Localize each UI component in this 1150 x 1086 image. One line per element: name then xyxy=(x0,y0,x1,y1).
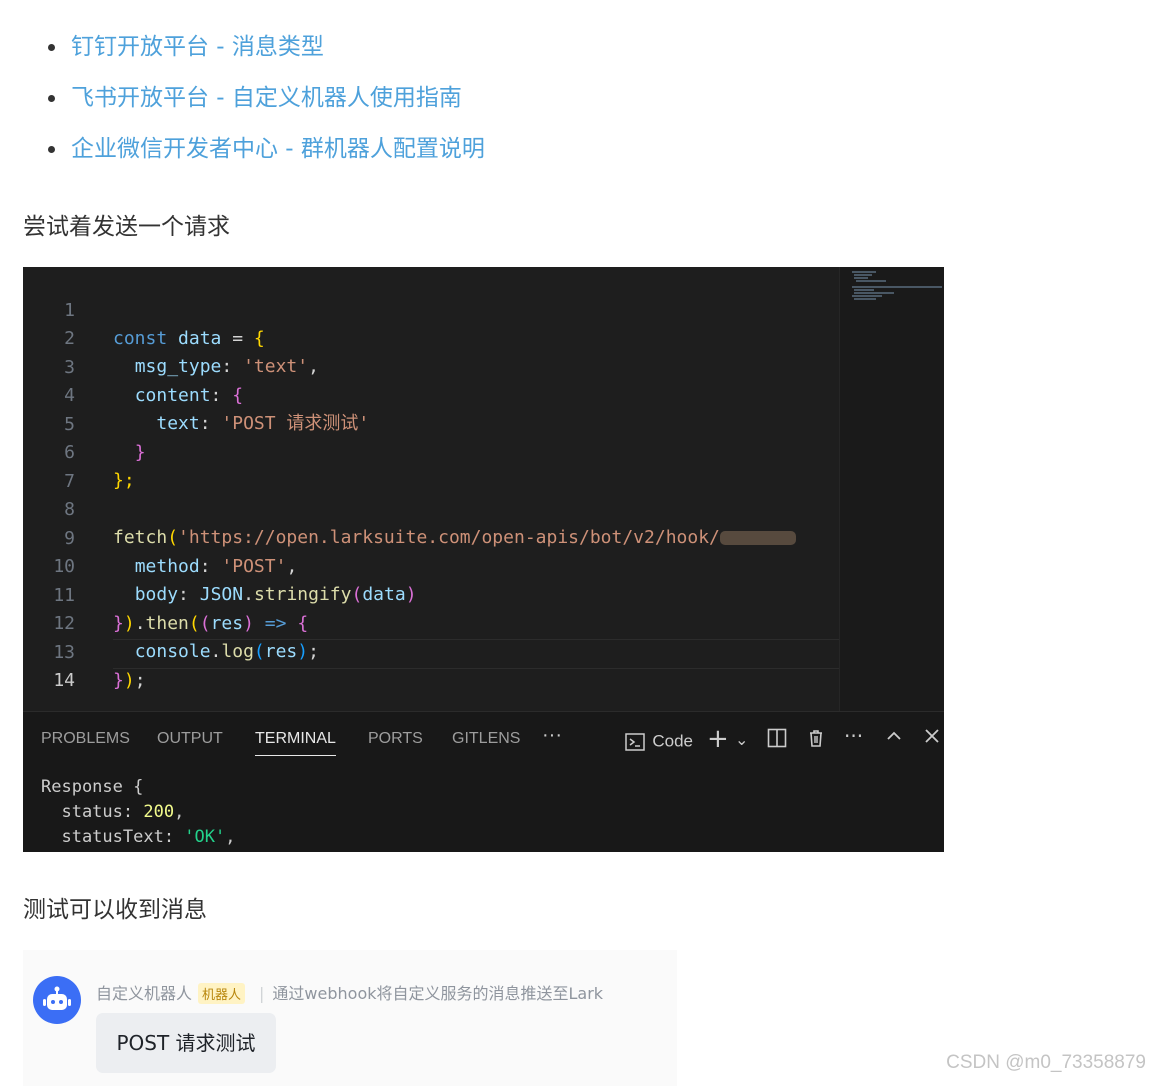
robot-icon xyxy=(43,986,71,1010)
code-line-current[interactable]: 14 xyxy=(23,639,839,691)
code-line: 6 }; xyxy=(64,442,135,491)
bullet-icon xyxy=(48,146,55,153)
bot-avatar xyxy=(33,976,81,1024)
more-tabs-button[interactable]: ··· xyxy=(542,724,562,747)
code-area: 1 const data = { 2 msg_type: 'text', 3 c… xyxy=(23,267,839,711)
code-line: 11 }).then((res) => { xyxy=(53,585,309,634)
tab-terminal[interactable]: TERMINAL xyxy=(255,730,336,756)
code-line: 2 msg_type: 'text', xyxy=(64,328,319,377)
code-line: 7 xyxy=(64,471,75,492)
tab-output[interactable]: OUTPUT xyxy=(157,730,223,748)
minimap[interactable] xyxy=(839,267,944,711)
close-panel-icon[interactable] xyxy=(923,726,941,750)
code-editor-screenshot: 1 const data = { 2 msg_type: 'text', 3 c… xyxy=(23,267,944,852)
chat-header: 自定义机器人 机器人 | 通过webhook将自定义服务的消息推送至Lark xyxy=(96,983,604,1004)
terminal-line: status: 200, xyxy=(41,802,185,822)
feishu-doc-link[interactable]: 飞书开放平台 - 自定义机器人使用指南 xyxy=(71,85,462,111)
wecom-doc-link[interactable]: 企业微信开发者中心 - 群机器人配置说明 xyxy=(71,136,485,162)
trash-icon[interactable] xyxy=(806,728,826,753)
tab-ports[interactable]: PORTS xyxy=(368,730,423,748)
terminal-line: statusText: 'OK', xyxy=(41,827,236,847)
bottom-panel: PROBLEMS OUTPUT TERMINAL PORTS GITLENS ·… xyxy=(23,711,944,852)
dingtalk-doc-link[interactable]: 钉钉开放平台 - 消息类型 xyxy=(71,34,324,60)
bullet-icon xyxy=(48,95,55,102)
bot-name[interactable]: 自定义机器人 xyxy=(96,984,192,1003)
terminal-profile-button[interactable]: Code xyxy=(624,728,693,753)
chat-message-preview: 自定义机器人 机器人 | 通过webhook将自定义服务的消息推送至Lark POST… xyxy=(23,950,677,1086)
terminal-name: Code xyxy=(652,731,693,751)
code-line: 4 text: 'POST 请求测试' xyxy=(64,385,370,434)
bullet-icon xyxy=(48,44,55,51)
split-terminal-icon[interactable] xyxy=(767,728,787,753)
code-line: 10 body: JSON.stringify(data) xyxy=(53,556,417,605)
new-terminal-plus-icon[interactable]: + xyxy=(707,724,729,754)
code-line: 13 }); xyxy=(53,642,146,691)
intro-paragraph: 尝试着发送一个请求 xyxy=(23,214,230,240)
list-item: 钉钉开放平台 - 消息类型 xyxy=(48,24,485,75)
terminal-line: Response { xyxy=(41,777,144,797)
code-line: 5 } xyxy=(64,414,146,463)
message-bubble[interactable]: POST 请求测试 xyxy=(96,1013,276,1073)
result-paragraph: 测试可以收到消息 xyxy=(23,897,207,923)
code-line: 8 fetch('https://open.larksuite.com/open… xyxy=(23,468,839,548)
bot-description: 通过webhook将自定义服务的消息推送至Lark xyxy=(272,984,604,1003)
terminal-icon xyxy=(625,732,645,751)
chevron-down-icon[interactable]: ⌄ xyxy=(735,730,748,749)
code-line: 12 console.log(res); xyxy=(53,613,319,662)
tab-problems[interactable]: PROBLEMS xyxy=(41,730,130,748)
watermark: CSDN @m0_73358879 xyxy=(946,1052,1146,1073)
code-line: 9 method: 'POST', xyxy=(64,528,298,577)
code-line: 3 content: { xyxy=(64,357,244,406)
maximize-panel-icon[interactable] xyxy=(885,726,903,750)
more-actions-icon[interactable]: ··· xyxy=(844,724,863,748)
list-item: 飞书开放平台 - 自定义机器人使用指南 xyxy=(48,75,485,126)
code-line: 1 const data = { xyxy=(64,300,265,349)
bot-badge: 机器人 xyxy=(198,983,246,1004)
reference-link-list: 钉钉开放平台 - 消息类型 飞书开放平台 - 自定义机器人使用指南 企业微信开发… xyxy=(48,24,485,177)
list-item: 企业微信开发者中心 - 群机器人配置说明 xyxy=(48,126,485,177)
tab-gitlens[interactable]: GITLENS xyxy=(452,730,520,748)
